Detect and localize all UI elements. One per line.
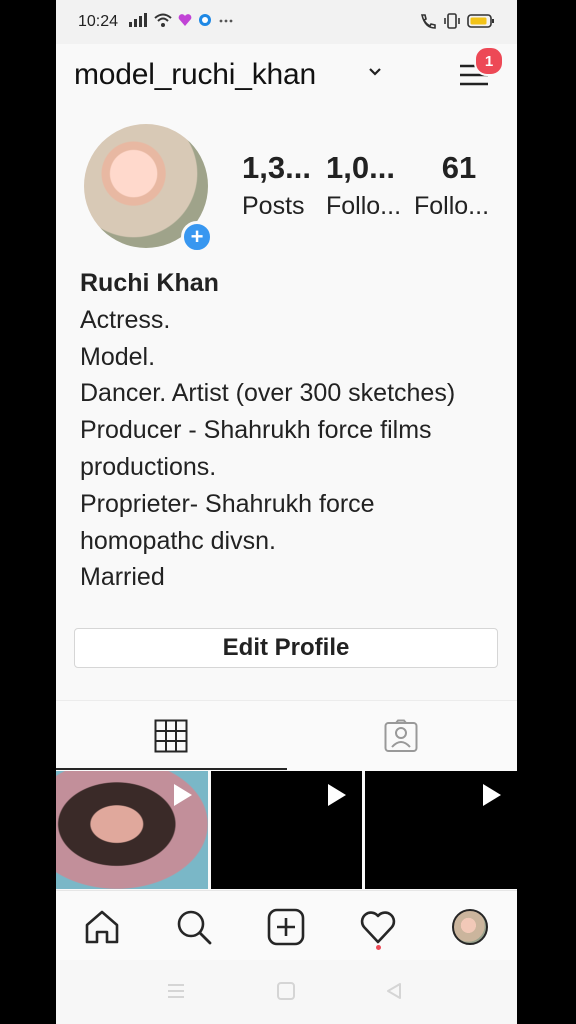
grid-post[interactable]	[56, 771, 208, 889]
bio-line: Married	[80, 563, 165, 592]
more-dots-icon	[219, 19, 233, 23]
edit-profile-button[interactable]: Edit Profile	[74, 628, 498, 668]
video-play-icon	[173, 784, 192, 806]
add-post-icon[interactable]	[266, 907, 306, 947]
profile-tabs	[56, 700, 517, 771]
tab-active-indicator	[56, 768, 287, 770]
stat-posts-label: Posts	[242, 192, 305, 220]
vibrate-icon	[444, 13, 460, 29]
chevron-down-icon[interactable]	[368, 66, 382, 78]
profile-name: Ruchi Khan	[80, 269, 219, 297]
video-play-icon	[483, 784, 502, 806]
tagged-icon[interactable]	[384, 719, 418, 753]
profile-avatar-tab[interactable]	[452, 909, 488, 945]
bottom-navigation	[56, 890, 517, 961]
status-right-icons	[419, 13, 495, 29]
home-button-icon[interactable]	[276, 982, 296, 1000]
bio-line: productions.	[80, 452, 217, 481]
bio-line: Model.	[80, 342, 156, 371]
video-play-icon	[328, 784, 347, 806]
app-heart-icon	[178, 14, 192, 26]
home-icon[interactable]	[82, 907, 122, 947]
phone-screen: 10:24 model_ruchi_khan 1 + 1,3... Posts …	[56, 0, 517, 1024]
status-left-icons	[128, 13, 234, 27]
stat-posts[interactable]: 1,3... Posts	[242, 150, 311, 221]
android-navigation-bar	[56, 960, 517, 1024]
stat-posts-count: 1,3...	[242, 150, 311, 185]
app-circle-icon	[199, 14, 211, 26]
notification-badge: 1	[474, 46, 504, 76]
username-switcher[interactable]: model_ruchi_khan	[74, 58, 316, 92]
stat-following-count: 61	[441, 150, 477, 185]
grid-post[interactable]	[365, 771, 517, 889]
profile-bio: Ruchi Khan Actress. Model. Dancer. Artis…	[80, 265, 500, 596]
stat-followers[interactable]: 1,0... Follo...	[326, 150, 401, 221]
posts-grid	[56, 771, 517, 889]
bio-line: Actress.	[80, 305, 171, 334]
status-bar: 10:24	[56, 0, 517, 44]
heart-icon[interactable]	[358, 907, 398, 947]
bio-line: homopathc divsn.	[80, 526, 276, 555]
stat-followers-label: Follo...	[326, 192, 402, 220]
bio-line: Proprieter- Shahrukh force	[80, 489, 375, 518]
bio-line: Dancer. Artist (over 300 sketches)	[80, 379, 456, 408]
wifi-call-icon	[420, 14, 436, 29]
activity-dot	[376, 945, 381, 950]
stat-following-label: Follo...	[414, 192, 490, 220]
grid-icon[interactable]	[154, 719, 188, 753]
search-icon[interactable]	[174, 907, 214, 947]
back-button-icon[interactable]	[384, 982, 404, 1000]
battery-icon	[467, 14, 494, 28]
bio-line: Producer - Shahrukh force films	[80, 416, 432, 445]
wifi-icon	[154, 13, 172, 27]
add-story-plus-icon[interactable]: +	[181, 221, 213, 253]
stat-followers-count: 1,0...	[326, 150, 395, 185]
status-time: 10:24	[78, 13, 119, 30]
grid-post[interactable]	[210, 771, 363, 889]
stat-following[interactable]: 61 Follo...	[414, 150, 504, 221]
profile-header: model_ruchi_khan 1	[56, 44, 517, 110]
signal-icon	[129, 13, 147, 27]
recent-apps-icon[interactable]	[166, 982, 186, 1000]
